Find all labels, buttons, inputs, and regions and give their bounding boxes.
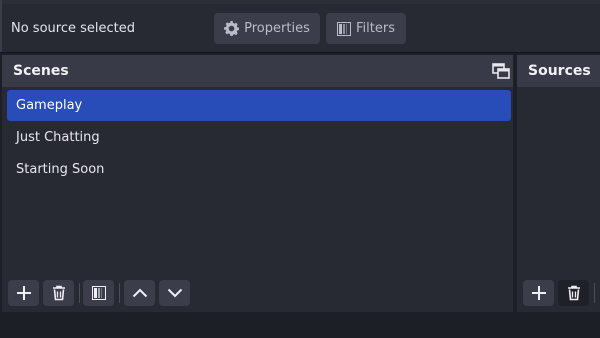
sources-title: Sources bbox=[528, 63, 591, 79]
status-strip bbox=[0, 312, 600, 338]
sources-dock-title: Sources bbox=[517, 55, 600, 87]
properties-label: Properties bbox=[244, 21, 310, 36]
trash-icon bbox=[52, 285, 65, 301]
undock-icon[interactable] bbox=[492, 63, 510, 79]
scene-filters-button[interactable] bbox=[83, 280, 114, 306]
scenes-dock: Scenes Gameplay Just Chatting Starting S… bbox=[2, 55, 513, 312]
trash-icon bbox=[567, 285, 580, 301]
plus-icon bbox=[531, 286, 546, 300]
add-source-button[interactable] bbox=[523, 280, 554, 306]
scenes-title: Scenes bbox=[13, 63, 69, 79]
plus-icon bbox=[16, 286, 31, 300]
sources-dock: Sources bbox=[517, 55, 600, 312]
filter-icon bbox=[337, 21, 352, 36]
toolbar-separator bbox=[79, 283, 80, 303]
filters-label: Filters bbox=[356, 21, 395, 36]
source-toolbar: No source selected Properties Filters bbox=[0, 0, 600, 53]
scenes-dock-title: Scenes bbox=[2, 55, 513, 87]
toolbar-separator bbox=[119, 283, 120, 303]
remove-source-button[interactable] bbox=[558, 280, 589, 306]
sources-list bbox=[517, 87, 600, 312]
add-scene-button[interactable] bbox=[8, 280, 39, 306]
move-scene-up-button[interactable] bbox=[124, 280, 155, 306]
toolbar-shade bbox=[2, 0, 600, 4]
properties-button[interactable]: Properties bbox=[214, 13, 320, 44]
gear-icon bbox=[224, 21, 240, 36]
filters-button[interactable]: Filters bbox=[326, 13, 406, 44]
no-source-label: No source selected bbox=[11, 21, 135, 36]
chevron-down-icon bbox=[167, 288, 182, 298]
toolbar-separator bbox=[594, 283, 595, 303]
filter-icon bbox=[91, 286, 106, 300]
move-scene-down-button[interactable] bbox=[159, 280, 190, 306]
scenes-list: Gameplay Just Chatting Starting Soon bbox=[2, 87, 513, 312]
scene-item[interactable]: Starting Soon bbox=[7, 154, 511, 185]
remove-scene-button[interactable] bbox=[43, 280, 74, 306]
toolbar-edge bbox=[0, 0, 2, 52]
chevron-up-icon bbox=[132, 288, 147, 298]
scene-item[interactable]: Just Chatting bbox=[7, 122, 511, 153]
scene-item[interactable]: Gameplay bbox=[7, 90, 511, 121]
